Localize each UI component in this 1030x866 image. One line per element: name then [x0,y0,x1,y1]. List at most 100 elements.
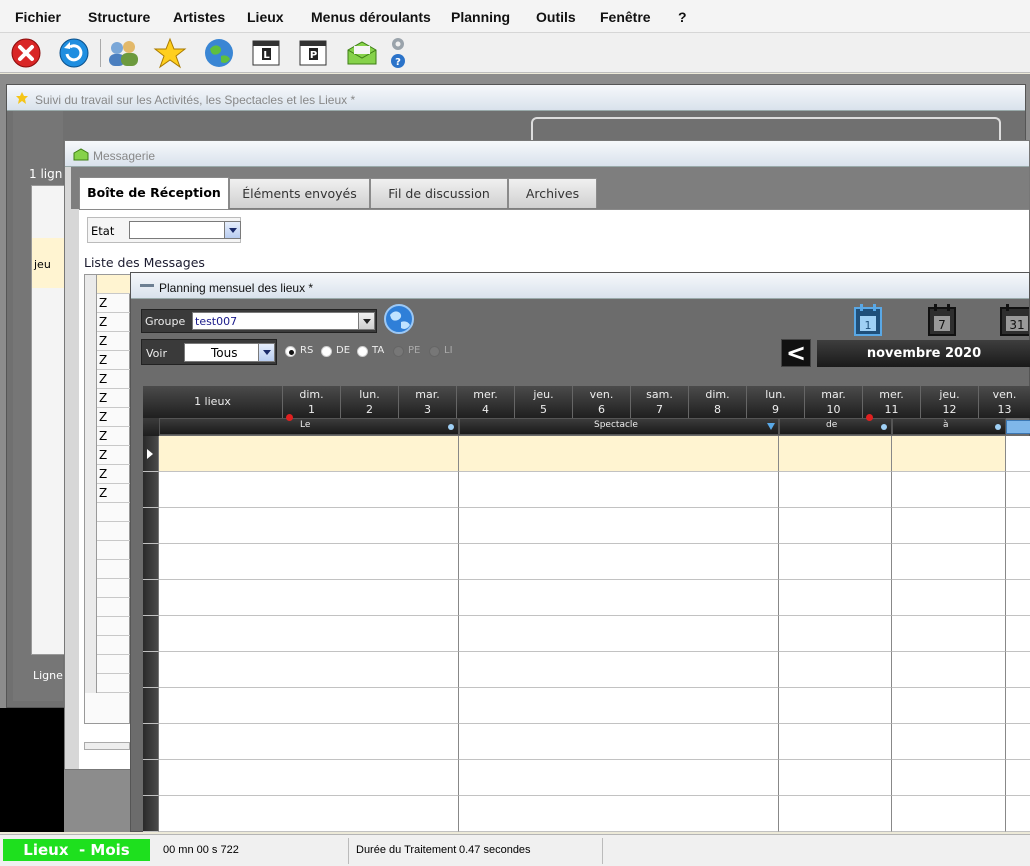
grid-cell[interactable] [779,760,892,796]
grid-cell[interactable] [159,652,459,688]
row-selector[interactable] [85,579,97,598]
grid-cell[interactable] [159,724,459,760]
message-row[interactable]: Z [85,332,133,351]
grid-cell[interactable] [459,796,779,832]
sort-icon[interactable] [993,422,1003,432]
row-selector[interactable] [85,389,97,408]
row-selector[interactable] [143,724,159,760]
day-header[interactable]: mer. 11 [863,386,921,421]
message-row[interactable]: Z [85,294,133,313]
message-row[interactable]: Z [85,465,133,484]
row-selector[interactable] [85,313,97,332]
grid-cell[interactable] [459,544,779,580]
row-selector[interactable] [85,446,97,465]
grid-cell[interactable] [779,436,892,472]
message-row[interactable] [85,617,133,636]
tab-elements-envoyes[interactable]: Éléments envoyés [229,178,370,208]
message-row[interactable]: Z [85,351,133,370]
users-icon[interactable] [106,36,140,70]
messages-scrollbar[interactable] [84,742,130,750]
grid-cell[interactable] [1006,724,1030,760]
menu-menus-deroulants[interactable]: Menus déroulants [311,9,431,25]
grid-cell[interactable] [159,688,459,724]
row-selector[interactable] [143,544,159,580]
grid-cell[interactable] [1006,652,1030,688]
message-row[interactable]: Z [85,370,133,389]
row-selector[interactable] [85,294,97,313]
grid-cell[interactable] [459,724,779,760]
row-selector[interactable] [143,652,159,688]
grid-cell[interactable] [779,688,892,724]
messages-list[interactable]: ZZZZZZZZZZZ [84,274,133,724]
grid-cell[interactable] [892,544,1006,580]
day-header[interactable]: lun. 9 [747,386,805,418]
grid-cell[interactable] [892,724,1006,760]
message-row[interactable] [85,636,133,655]
day-header[interactable]: lun. 2 [341,386,399,418]
grid-cell[interactable] [1006,580,1030,616]
planning-row[interactable] [143,796,1030,832]
row-selector[interactable] [85,503,97,522]
menu-help[interactable]: ? [678,9,687,25]
tab-archives[interactable]: Archives [508,178,597,208]
grid-cell[interactable] [892,796,1006,832]
grid-cell[interactable] [1006,760,1030,796]
grid-cell[interactable] [1006,616,1030,652]
planning-row[interactable] [143,544,1030,580]
grid-cell[interactable] [1006,796,1030,832]
grid-cell[interactable] [892,652,1006,688]
refresh-blue-icon[interactable] [57,36,91,70]
planning-row[interactable] [143,652,1030,688]
settings-help-icon[interactable]: ? [385,36,411,70]
message-row[interactable]: Z [85,408,133,427]
column-de[interactable]: de [779,418,892,435]
message-row[interactable] [85,541,133,560]
grid-cell[interactable] [159,616,459,652]
tab-fil-discussion[interactable]: Fil de discussion [370,178,508,208]
grid-cell[interactable] [159,796,459,832]
planning-grid[interactable] [143,436,1030,832]
calendar-week-icon[interactable]: 7 [927,303,957,337]
row-selector[interactable] [85,560,97,579]
row-selector[interactable] [143,580,159,616]
p-document-icon[interactable]: P [296,36,330,70]
grid-cell[interactable] [459,472,779,508]
etat-select[interactable] [129,221,241,239]
planning-row[interactable] [143,580,1030,616]
grid-cell[interactable] [1006,508,1030,544]
menu-lieux[interactable]: Lieux [247,9,284,25]
grid-cell[interactable] [892,688,1006,724]
message-row[interactable] [85,598,133,617]
grid-cell[interactable] [779,616,892,652]
planning-row[interactable] [143,472,1030,508]
grid-cell[interactable] [159,436,459,472]
grid-cell[interactable] [159,508,459,544]
globe-icon[interactable] [383,303,415,335]
grid-cell[interactable] [1006,688,1030,724]
row-selector[interactable] [85,598,97,617]
row-selector[interactable] [85,636,97,655]
planning-row[interactable] [143,724,1030,760]
menu-fichier[interactable]: Fichier [15,9,61,25]
row-selector[interactable] [85,484,97,503]
row-selector[interactable] [85,332,97,351]
star-icon[interactable] [153,36,187,70]
message-row[interactable]: Z [85,484,133,503]
message-row[interactable] [85,522,133,541]
menu-structure[interactable]: Structure [88,9,150,25]
grid-cell[interactable] [779,796,892,832]
grid-cell[interactable] [892,472,1006,508]
row-selector[interactable] [143,688,159,724]
grid-cell[interactable] [459,436,779,472]
envelope-green-icon[interactable] [345,36,379,70]
row-selector[interactable] [85,522,97,541]
grid-cell[interactable] [459,580,779,616]
grid-cell[interactable] [892,760,1006,796]
grid-cell[interactable] [779,580,892,616]
calendar-day-icon[interactable]: 1 [853,303,883,337]
grid-cell[interactable] [459,652,779,688]
row-selector[interactable] [143,760,159,796]
grid-cell[interactable] [159,544,459,580]
grid-cell[interactable] [779,544,892,580]
grid-cell[interactable] [459,508,779,544]
